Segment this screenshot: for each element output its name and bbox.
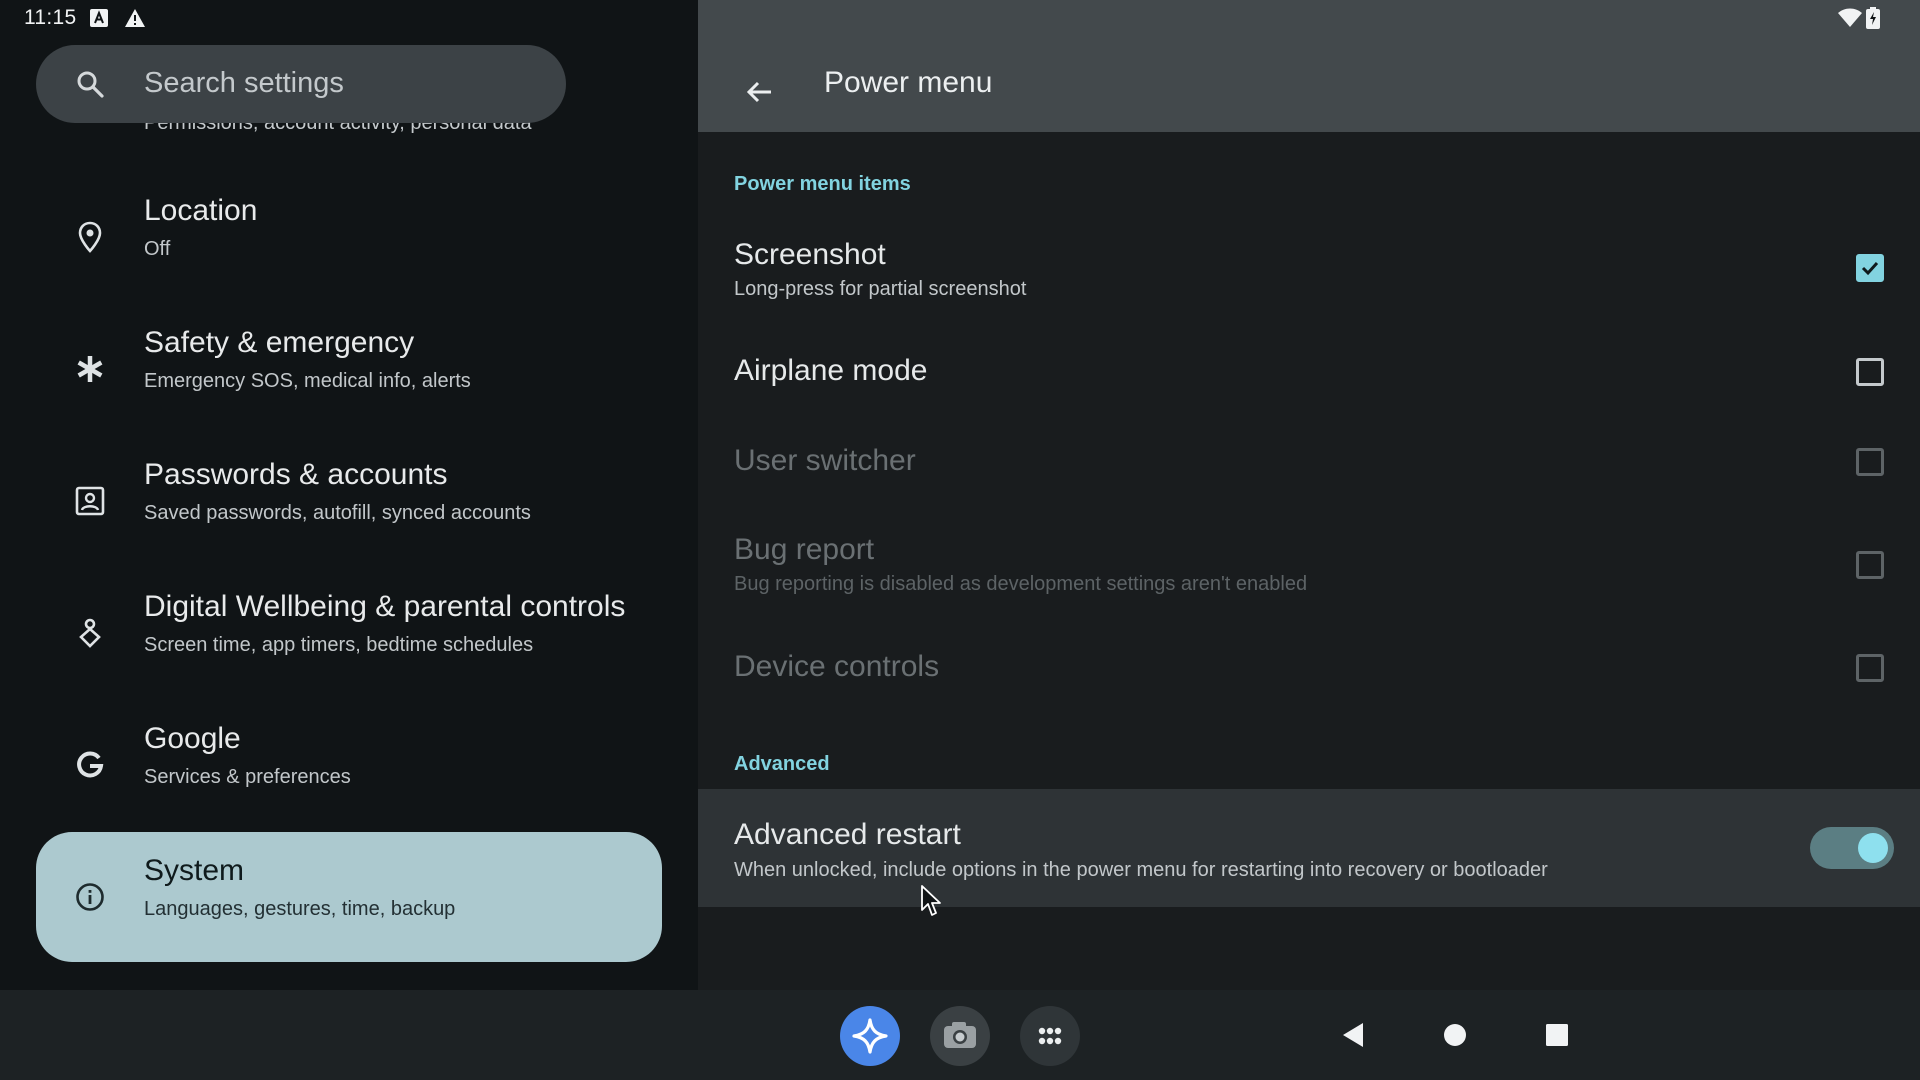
pref-bug-report: Bug report Bug reporting is disabled as …	[698, 515, 1920, 615]
mouse-cursor-icon	[920, 884, 944, 918]
sidebar-item-title: Passwords & accounts	[144, 458, 448, 491]
battery-icon	[1866, 7, 1880, 29]
sidebar-item-title: Location	[144, 194, 258, 227]
google-g-icon	[72, 747, 108, 783]
screenshot-checkbox[interactable]	[1856, 254, 1884, 282]
sidebar-item-google[interactable]: Google Services & preferences	[36, 700, 662, 830]
status-time: 11:15	[24, 6, 77, 29]
user-switcher-checkbox	[1856, 448, 1884, 476]
pref-screenshot[interactable]: Screenshot Long-press for partial screen…	[698, 220, 1920, 320]
airplane-mode-checkbox[interactable]	[1856, 358, 1884, 386]
pref-title: Screenshot	[734, 238, 886, 271]
taskbar	[0, 990, 1920, 1080]
wifi-icon	[1838, 8, 1862, 28]
pref-title: Device controls	[734, 650, 940, 683]
pref-subtitle: Long-press for partial screenshot	[734, 278, 1027, 300]
settings-sidebar: Search settings Permissions, account act…	[0, 0, 698, 990]
search-bar[interactable]: Search settings	[36, 45, 566, 123]
nav-recents-button[interactable]	[1532, 1010, 1582, 1060]
wellbeing-icon	[72, 615, 108, 651]
assistant-button[interactable]	[840, 1006, 900, 1066]
sidebar-item-title: Digital Wellbeing & parental controls	[144, 590, 626, 623]
sidebar-item-title: System	[144, 854, 245, 887]
pref-title: Advanced restart	[734, 818, 961, 851]
pref-user-switcher: User switcher	[698, 420, 1920, 504]
account-box-icon	[72, 483, 108, 519]
search-icon	[76, 70, 104, 98]
sidebar-item-subtitle: Saved passwords, autofill, synced accoun…	[144, 502, 531, 524]
pref-device-controls: Device controls	[698, 626, 1920, 710]
asterisk-icon	[72, 351, 108, 387]
sidebar-item-title: Google	[144, 722, 241, 755]
sidebar-item-safety-emergency[interactable]: Safety & emergency Emergency SOS, medica…	[36, 304, 662, 434]
bug-report-checkbox	[1856, 551, 1884, 579]
section-header-advanced: Advanced	[734, 753, 830, 775]
check-icon	[1861, 261, 1879, 276]
status-bar: 11:15	[0, 0, 1920, 36]
sidebar-item-location[interactable]: Location Off	[36, 172, 662, 302]
sidebar-item-passwords-accounts[interactable]: Passwords & accounts Saved passwords, au…	[36, 436, 662, 566]
sidebar-item-subtitle: Off	[144, 238, 171, 260]
sidebar-item-digital-wellbeing[interactable]: Digital Wellbeing & parental controls Sc…	[36, 568, 662, 698]
sidebar-item-subtitle: Languages, gestures, time, backup	[144, 898, 456, 920]
pref-subtitle: When unlocked, include options in the po…	[734, 859, 1548, 881]
device-controls-checkbox	[1856, 654, 1884, 682]
a-icon	[90, 9, 108, 27]
page-title: Power menu	[824, 66, 993, 99]
sidebar-item-system[interactable]: System Languages, gestures, time, backup	[36, 832, 662, 962]
search-placeholder: Search settings	[144, 67, 344, 99]
nav-back-button[interactable]	[1328, 1010, 1378, 1060]
pref-advanced-restart[interactable]: Advanced restart When unlocked, include …	[698, 789, 1920, 907]
advanced-restart-toggle[interactable]	[1810, 827, 1894, 869]
section-header-power-menu-items: Power menu items	[734, 173, 911, 195]
location-pin-icon	[72, 219, 108, 255]
toggle-thumb	[1858, 833, 1888, 863]
power-menu-page: Power menu Power menu items Screenshot L…	[698, 0, 1920, 990]
pref-subtitle: Bug reporting is disabled as development…	[734, 573, 1308, 595]
sidebar-item-subtitle: Screen time, app timers, bedtime schedul…	[144, 634, 534, 656]
pref-title: User switcher	[734, 444, 916, 477]
info-icon	[72, 879, 108, 915]
nav-home-button[interactable]	[1430, 1010, 1480, 1060]
sidebar-item-subtitle: Emergency SOS, medical info, alerts	[144, 370, 471, 392]
back-button[interactable]	[734, 66, 786, 118]
pref-title: Airplane mode	[734, 354, 928, 387]
camera-app-button[interactable]	[930, 1006, 990, 1066]
pref-airplane-mode[interactable]: Airplane mode	[698, 330, 1920, 414]
pref-title: Bug report	[734, 533, 875, 566]
app-drawer-button[interactable]	[1020, 1006, 1080, 1066]
sidebar-item-subtitle: Services & preferences	[144, 766, 351, 788]
warning-icon	[124, 8, 146, 28]
sidebar-item-title: Safety & emergency	[144, 326, 415, 359]
